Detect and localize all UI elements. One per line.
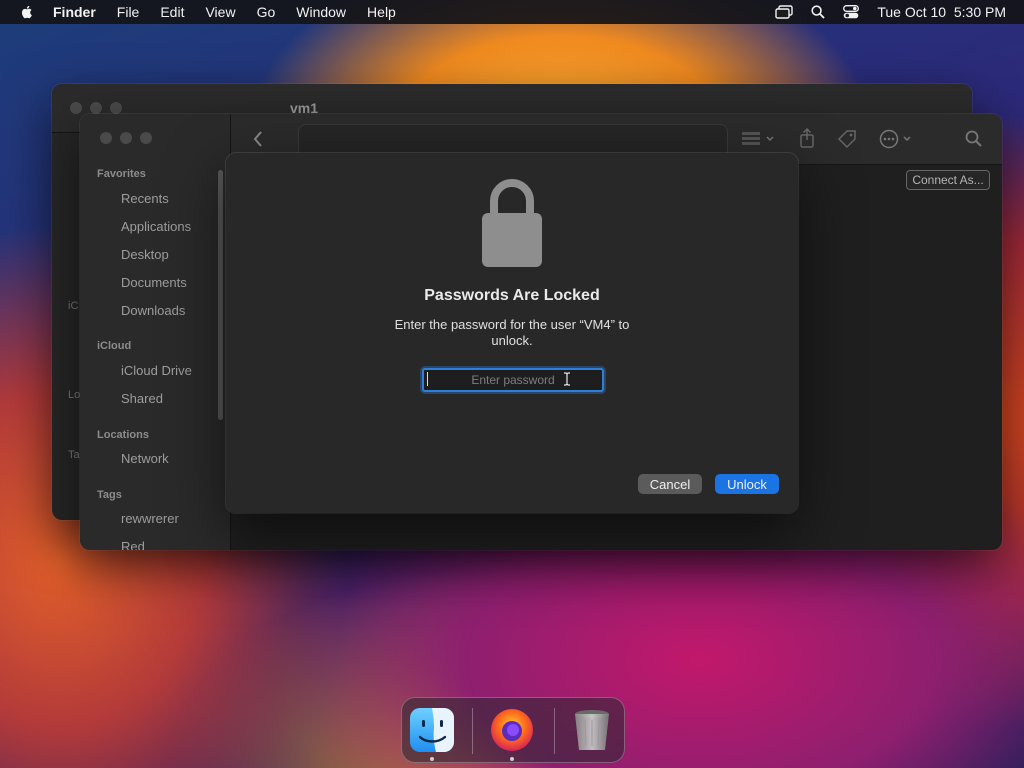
password-field[interactable] bbox=[422, 368, 604, 392]
sidebar-item-icloud-drive[interactable]: iCloud Drive bbox=[121, 363, 192, 378]
dialog-message: Enter the password for the user “VM4” to… bbox=[394, 317, 630, 348]
sidebar-item-shared[interactable]: Shared bbox=[121, 391, 163, 406]
menu-app-name[interactable]: Finder bbox=[53, 4, 96, 20]
cancel-button[interactable]: Cancel bbox=[638, 474, 702, 494]
sidebar-item-network[interactable]: Network bbox=[121, 451, 169, 466]
finder-sidebar: Favorites Recents Applications Desktop D… bbox=[80, 114, 231, 550]
sidebar-section-icloud: iCloud bbox=[97, 340, 132, 352]
control-center-icon[interactable] bbox=[843, 5, 860, 19]
sidebar-item-desktop[interactable]: Desktop bbox=[121, 247, 169, 262]
more-actions-icon[interactable] bbox=[879, 129, 915, 149]
text-cursor bbox=[427, 372, 428, 386]
sidebar-section-locations: Locations bbox=[97, 429, 149, 441]
menu-help[interactable]: Help bbox=[367, 4, 396, 20]
menu-clock[interactable]: Tue Oct 10 5:30 PM bbox=[877, 4, 1006, 20]
sidebar-item-tag[interactable]: rewwrerer bbox=[121, 511, 179, 526]
menu-file[interactable]: File bbox=[117, 4, 140, 20]
sidebar-item-applications[interactable]: Applications bbox=[121, 219, 191, 234]
screen-mirroring-icon[interactable] bbox=[775, 5, 794, 19]
finder-icon[interactable] bbox=[408, 706, 456, 754]
menu-window[interactable]: Window bbox=[296, 4, 346, 20]
search-icon[interactable] bbox=[811, 5, 825, 19]
unlock-button[interactable]: Unlock bbox=[715, 474, 779, 494]
tag-icon[interactable] bbox=[837, 129, 857, 149]
dock bbox=[401, 697, 625, 763]
ibeam-cursor-icon bbox=[564, 372, 570, 386]
apple-menu-icon[interactable] bbox=[19, 4, 35, 20]
menu-view[interactable]: View bbox=[205, 4, 235, 20]
sidebar-section-favorites: Favorites bbox=[97, 168, 146, 180]
zoom-button[interactable] bbox=[140, 132, 152, 144]
window-controls bbox=[70, 102, 122, 114]
back-chevron-icon[interactable] bbox=[253, 131, 263, 147]
minimize-button[interactable] bbox=[120, 132, 132, 144]
menu-bar: Finder File Edit View Go Window Help Tue… bbox=[0, 0, 1024, 24]
dock-separator bbox=[554, 708, 555, 754]
sidebar-scrollbar[interactable] bbox=[218, 170, 223, 420]
search-icon[interactable] bbox=[965, 130, 983, 148]
close-button[interactable] bbox=[100, 132, 112, 144]
menu-edit[interactable]: Edit bbox=[160, 4, 184, 20]
sidebar-fragment: iC bbox=[68, 300, 79, 312]
sidebar-section-tags: Tags bbox=[97, 489, 122, 501]
running-indicator bbox=[430, 757, 434, 761]
window-controls bbox=[100, 132, 152, 144]
password-dialog: Passwords Are Locked Enter the password … bbox=[226, 153, 798, 513]
share-icon[interactable] bbox=[799, 128, 815, 148]
sidebar-item-documents[interactable]: Documents bbox=[121, 275, 187, 290]
trash-icon[interactable] bbox=[568, 706, 616, 754]
sidebar-item-recents[interactable]: Recents bbox=[121, 191, 169, 206]
connect-as-button[interactable]: Connect As... bbox=[906, 170, 990, 190]
sidebar-item-downloads[interactable]: Downloads bbox=[121, 303, 185, 318]
sidebar-fragment: Lo bbox=[68, 389, 81, 401]
dialog-title: Passwords Are Locked bbox=[424, 287, 600, 304]
firefox-icon[interactable] bbox=[488, 706, 536, 754]
lock-icon bbox=[482, 179, 542, 267]
menu-go[interactable]: Go bbox=[257, 4, 276, 20]
sidebar-item-tag[interactable]: Red bbox=[121, 539, 145, 550]
sidebar-fragment: Ta bbox=[68, 449, 80, 461]
running-indicator bbox=[510, 757, 514, 761]
dock-separator bbox=[472, 708, 473, 754]
group-icon[interactable] bbox=[741, 130, 777, 148]
